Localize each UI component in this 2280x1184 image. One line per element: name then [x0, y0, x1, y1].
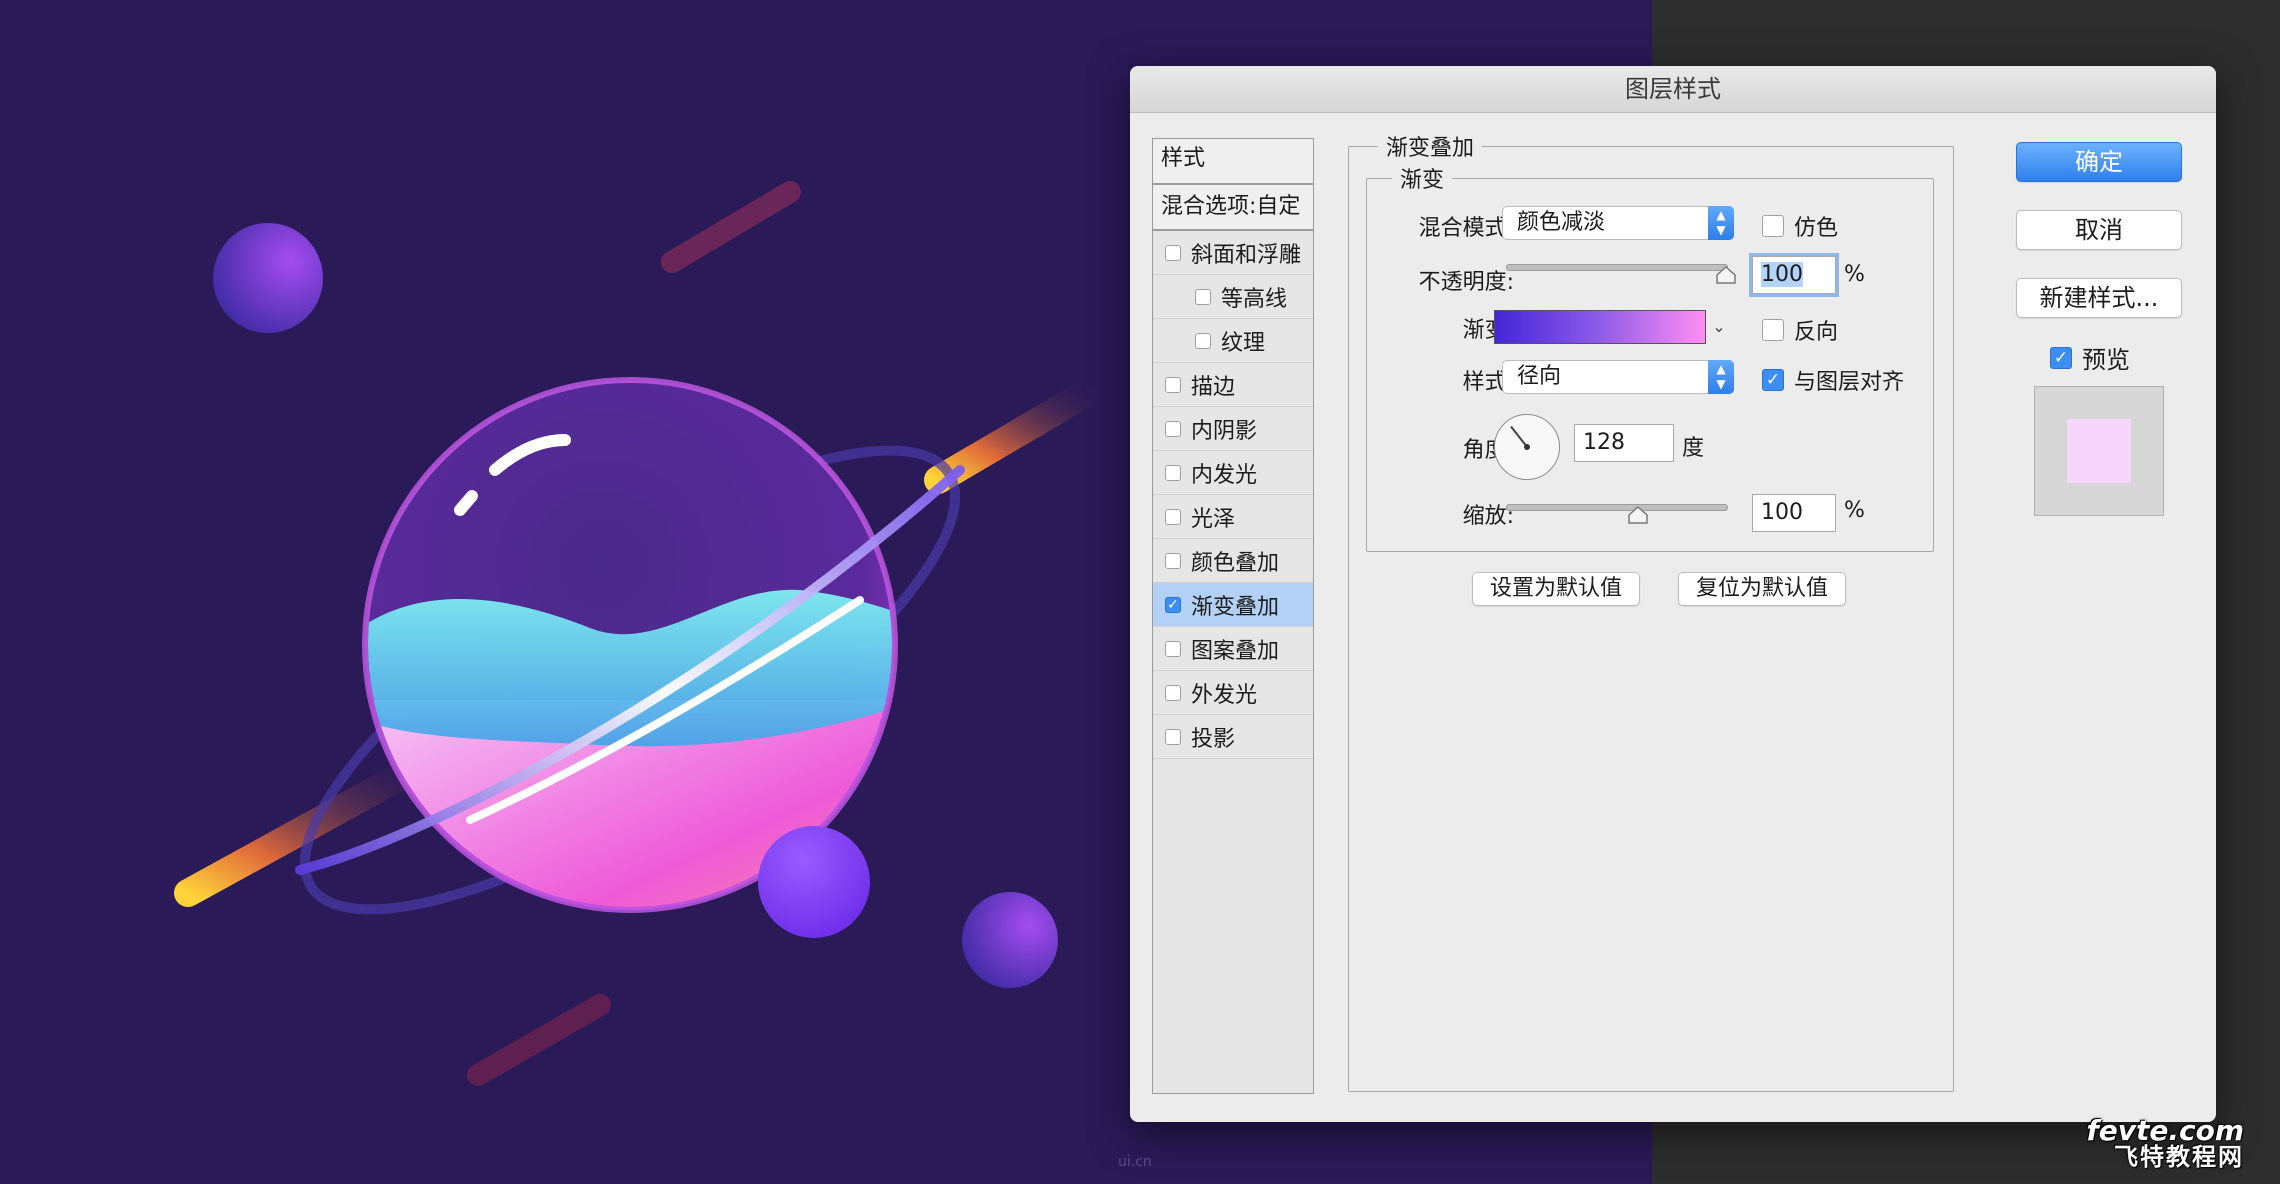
checkbox-icon: ✓ — [1762, 369, 1784, 391]
style-item-label: 渐变叠加 — [1191, 594, 1280, 620]
blend-options-item[interactable]: 混合选项:自定 — [1153, 185, 1313, 231]
style-item[interactable]: 描边 — [1153, 363, 1313, 407]
brand-line1: fevte.com — [2086, 1114, 2244, 1147]
scale-slider-thumb[interactable] — [1628, 506, 1648, 524]
style-item[interactable]: 纹理 — [1153, 319, 1313, 363]
preview-color — [2067, 419, 2131, 483]
angle-dial-needle — [1510, 425, 1530, 450]
chevron-down-icon[interactable]: ⌄ — [1708, 310, 1730, 344]
make-default-button[interactable]: 设置为默认值 — [1472, 572, 1640, 606]
checkbox-icon: ✓ — [2050, 346, 2072, 369]
checkbox-icon[interactable] — [1195, 288, 1211, 305]
blend-mode-value: 颜色减淡 — [1517, 210, 1606, 235]
scale-label: 缩放: — [1462, 504, 1514, 529]
new-style-button[interactable]: 新建样式... — [2016, 278, 2182, 318]
style-item-label: 光泽 — [1191, 506, 1236, 532]
style-item[interactable]: 图案叠加 — [1153, 627, 1313, 671]
style-item[interactable]: 投影 — [1153, 715, 1313, 759]
preview-swatch — [2034, 386, 2164, 516]
reset-to-default-button[interactable]: 复位为默认值 — [1678, 572, 1846, 606]
checkbox-icon[interactable] — [1165, 508, 1181, 525]
opacity-input[interactable]: 100 — [1752, 256, 1836, 294]
checkbox-icon — [1762, 215, 1784, 237]
checkbox-icon[interactable] — [1165, 420, 1181, 437]
style-item-label: 内阴影 — [1191, 418, 1258, 444]
style-list: 样式 混合选项:自定 斜面和浮雕等高线纹理描边内阴影内发光光泽颜色叠加 ✓ 渐变叠加… — [1152, 138, 1314, 1094]
blend-mode-label: 混合模式: — [1418, 216, 1514, 241]
opacity-unit: % — [1844, 262, 1865, 287]
ui-cn-watermark: ui.cn — [1118, 1154, 1152, 1170]
style-select[interactable]: 径向 ▲ ▼ — [1502, 360, 1734, 394]
style-item-label: 描边 — [1191, 374, 1236, 400]
checkbox-icon[interactable] — [1165, 640, 1181, 657]
dialog-title: 图层样式 — [1130, 66, 2216, 113]
checkbox-icon[interactable] — [1195, 332, 1211, 349]
scale-unit: % — [1844, 498, 1865, 523]
style-item-label: 颜色叠加 — [1191, 550, 1280, 576]
brand-line2: 飞特教程网 — [2114, 1143, 2244, 1172]
style-item[interactable]: 内阴影 — [1153, 407, 1313, 451]
style-item[interactable]: 颜色叠加 — [1153, 539, 1313, 583]
angle-input[interactable]: 128 — [1574, 424, 1674, 462]
checkbox-icon[interactable] — [1165, 728, 1181, 745]
checkbox-icon[interactable] — [1165, 244, 1181, 261]
align-label: 与图层对齐 — [1794, 370, 1905, 395]
align-with-layer-checkbox[interactable]: ✓ 与图层对齐 — [1762, 364, 1904, 396]
style-item[interactable]: 等高线 — [1153, 275, 1313, 319]
preview-checkbox[interactable]: ✓ 预览 — [2050, 340, 2130, 375]
style-item[interactable]: 外发光 — [1153, 671, 1313, 715]
styles-header[interactable]: 样式 — [1153, 139, 1313, 185]
group-title: 渐变 — [1392, 162, 1453, 194]
style-label: 样式: — [1462, 370, 1514, 395]
opacity-label: 不透明度: — [1418, 270, 1514, 295]
checkbox-icon[interactable] — [1165, 684, 1181, 701]
reverse-checkbox[interactable]: 反向 — [1762, 314, 1838, 346]
checkbox-icon[interactable] — [1165, 552, 1181, 569]
angle-unit: 度 — [1682, 436, 1705, 461]
style-item-label: 外发光 — [1191, 682, 1258, 708]
select-arrows-icon: ▲ ▼ — [1708, 206, 1734, 240]
style-item[interactable]: 内发光 — [1153, 451, 1313, 495]
scale-input[interactable]: 100 — [1752, 494, 1836, 532]
layer-style-dialog: 图层样式 样式 混合选项:自定 斜面和浮雕等高线纹理描边内阴影内发光光泽颜色叠加… — [1130, 66, 2216, 1122]
style-item-label: 投影 — [1191, 726, 1236, 752]
checkbox-icon — [1762, 319, 1784, 341]
checkbox-icon[interactable] — [1165, 376, 1181, 393]
cancel-button[interactable]: 取消 — [2016, 210, 2182, 250]
style-item-label: 斜面和浮雕 — [1191, 242, 1302, 268]
style-item-label: 纹理 — [1221, 330, 1266, 356]
gradient-picker[interactable] — [1494, 310, 1706, 344]
style-item-label: 图案叠加 — [1191, 638, 1280, 664]
dither-label: 仿色 — [1794, 216, 1839, 241]
style-item-label: 等高线 — [1221, 286, 1288, 312]
style-item[interactable]: ✓ 渐变叠加 — [1153, 583, 1313, 627]
preview-label: 预览 — [2082, 346, 2130, 374]
reverse-label: 反向 — [1794, 320, 1839, 345]
fevte-watermark: fevte.com 飞特教程网 — [2087, 1116, 2244, 1171]
style-item[interactable]: 斜面和浮雕 — [1153, 231, 1313, 275]
style-item[interactable]: 光泽 — [1153, 495, 1313, 539]
style-item-label: 内发光 — [1191, 462, 1258, 488]
ok-button[interactable]: 确定 — [2016, 142, 2182, 182]
angle-dial[interactable] — [1494, 414, 1560, 480]
section-title: 渐变叠加 — [1378, 130, 1483, 162]
dither-checkbox[interactable]: 仿色 — [1762, 210, 1838, 242]
checkbox-icon[interactable] — [1165, 464, 1181, 481]
style-value: 径向 — [1517, 364, 1562, 389]
select-arrows-icon: ▲ ▼ — [1708, 360, 1734, 394]
opacity-slider[interactable] — [1506, 264, 1728, 271]
scale-slider[interactable] — [1506, 504, 1728, 511]
blend-mode-select[interactable]: 颜色减淡 ▲ ▼ — [1502, 206, 1734, 240]
checkbox-icon[interactable]: ✓ — [1165, 596, 1181, 613]
opacity-slider-thumb[interactable] — [1716, 266, 1736, 284]
